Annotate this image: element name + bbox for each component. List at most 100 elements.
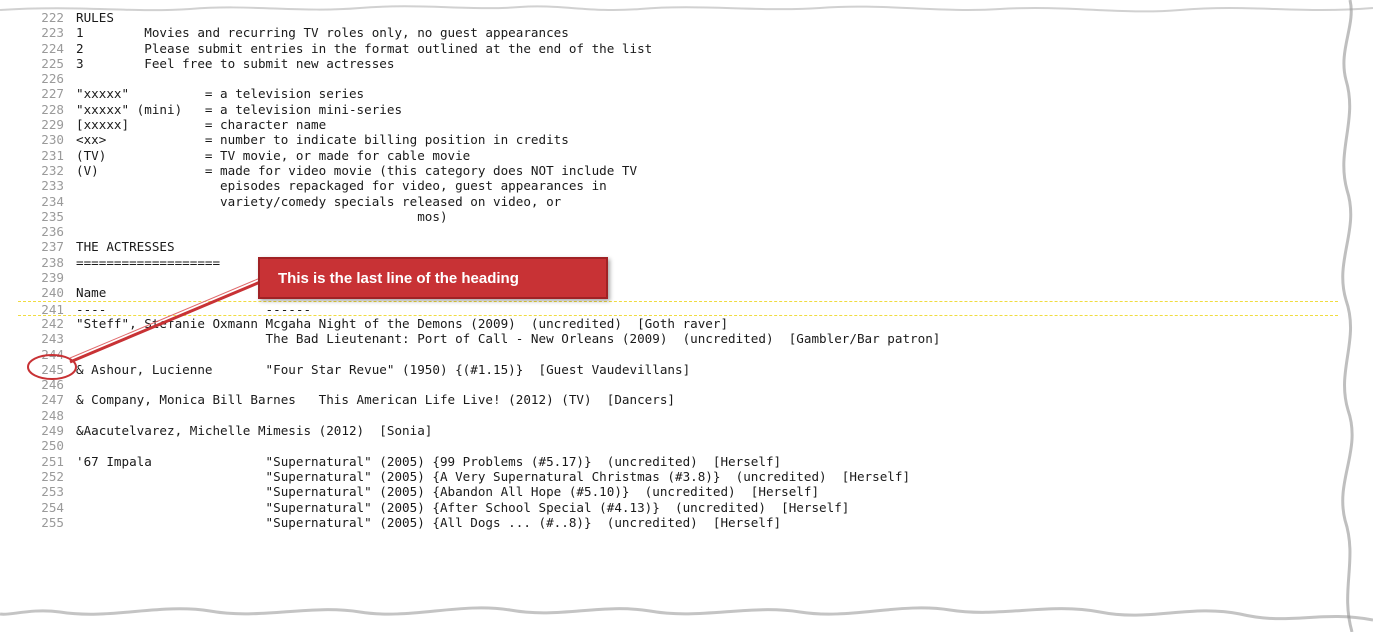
line-number: 235 (41, 208, 64, 224)
editor-line[interactable]: 224 2 Please submit entries in the format… (18, 41, 1338, 56)
editor-line[interactable]: 254 "Supernatural" (2005) {After School … (18, 500, 1338, 515)
editor-line[interactable]: 252 "Supernatural" (2005) {A Very Supern… (18, 469, 1338, 484)
line-number: 241 (41, 301, 64, 317)
line-text: '67 Impala "Supernatural" (2005) {99 Pro… (76, 453, 782, 469)
line-text: RULES (76, 10, 114, 25)
editor-line[interactable]: 222 RULES (18, 10, 1338, 25)
editor-line[interactable]: 226 (18, 71, 1338, 86)
editor-line[interactable]: 248 (18, 408, 1338, 423)
editor-line[interactable]: 238 =================== (18, 255, 1338, 270)
line-text: &Aacutelvarez, Michelle Mimesis (2012) [… (76, 423, 433, 439)
line-number: 248 (41, 407, 64, 423)
line-number: 234 (41, 193, 64, 209)
line-text: "Supernatural" (2005) {A Very Supernatur… (76, 468, 911, 484)
editor-line[interactable]: 228 "xxxxx" (mini) = a television mini-se… (18, 102, 1338, 117)
editor-line[interactable]: 239 (18, 270, 1338, 285)
editor-line[interactable]: 242 "Steff", Stefanie Oxmann Mcgaha Night… (18, 316, 1338, 331)
line-number: 237 (41, 239, 64, 255)
line-number: 239 (41, 270, 64, 286)
line-number: 240 (41, 285, 64, 301)
line-number: 227 (41, 86, 64, 102)
line-text: The Bad Lieutenant: Port of Call - New O… (76, 331, 941, 347)
line-text: variety/comedy specials released on vide… (76, 193, 562, 209)
editor-line[interactable]: 227 "xxxxx" = a television series (18, 86, 1338, 101)
line-number: 253 (41, 484, 64, 500)
line-text: & Company, Monica Bill Barnes This Ameri… (76, 392, 675, 408)
editor-line[interactable]: 225 3 Feel free to submit new actresses (18, 56, 1338, 71)
line-number: 255 (41, 514, 64, 530)
editor-line[interactable]: 253 "Supernatural" (2005) {Abandon All H… (18, 484, 1338, 499)
editor-line[interactable]: 247 & Company, Monica Bill Barnes This Am… (18, 392, 1338, 407)
line-text: & Ashour, Lucienne "Four Star Revue" (19… (76, 361, 691, 377)
callout-text: This is the last line of the heading (278, 269, 519, 287)
line-number: 228 (41, 101, 64, 117)
editor-line[interactable]: 237 THE ACTRESSES (18, 239, 1338, 254)
line-text: "Supernatural" (2005) {After School Spec… (76, 499, 850, 515)
line-text: (TV) = TV movie, or made for cable movie (76, 147, 471, 163)
line-number: 226 (41, 71, 64, 87)
screenshot-page: 222 RULES 223 1 Movies and recurring TV rol… (0, 0, 1373, 632)
line-number: 252 (41, 468, 64, 484)
line-number: 242 (41, 315, 64, 331)
line-number: 229 (41, 117, 64, 133)
line-number: 243 (41, 331, 64, 347)
line-text: "xxxxx" (mini) = a television mini-serie… (76, 101, 403, 117)
editor-line[interactable]: 251 '67 Impala "Supernatural" (2005) {99 … (18, 454, 1338, 469)
line-text: "xxxxx" = a television series (76, 86, 365, 102)
editor-line[interactable]: 241 ---- ------ (18, 300, 1338, 317)
line-text: =================== (76, 254, 221, 270)
line-text: mos) (76, 208, 448, 224)
line-text: "Supernatural" (2005) {All Dogs ... (#..… (76, 514, 782, 530)
editor-line[interactable]: 233 episodes repackaged for video, guest… (18, 178, 1338, 193)
line-number: 254 (41, 499, 64, 515)
text-editor[interactable]: 222 RULES 223 1 Movies and recurring TV rol… (18, 10, 1338, 615)
line-number: 246 (41, 377, 64, 393)
line-number: 244 (41, 346, 64, 362)
line-number: 232 (41, 162, 64, 178)
line-text: <xx> = number to indicate billing positi… (76, 132, 569, 148)
editor-line[interactable]: 236 (18, 224, 1338, 239)
line-number: 249 (41, 423, 64, 439)
annotation-callout: This is the last line of the heading (258, 257, 608, 299)
editor-line[interactable]: 231 (TV) = TV movie, or made for cable mo… (18, 148, 1338, 163)
editor-line[interactable]: 250 (18, 438, 1338, 453)
line-number: 236 (41, 224, 64, 240)
line-number: 251 (41, 453, 64, 469)
line-number: 230 (41, 132, 64, 148)
line-text: "Steff", Stefanie Oxmann Mcgaha Night of… (76, 315, 729, 331)
editor-line[interactable]: 240 Name Titles (18, 285, 1338, 300)
line-number: 247 (41, 392, 64, 408)
editor-line[interactable]: 246 (18, 377, 1338, 392)
editor-line[interactable]: 244 (18, 347, 1338, 362)
editor-line[interactable]: 249 &Aacutelvarez, Michelle Mimesis (2012… (18, 423, 1338, 438)
line-number: 238 (41, 254, 64, 270)
editor-line[interactable]: 243 The Bad Lieutenant: Port of Call - N… (18, 331, 1338, 346)
editor-line[interactable]: 232 (V) = made for video movie (this cate… (18, 163, 1338, 178)
line-text: [xxxxx] = character name (76, 117, 327, 133)
line-text: 3 Feel free to submit new actresses (76, 55, 395, 71)
line-text: ---- ------ (76, 301, 312, 317)
line-number: 222 (41, 10, 64, 25)
editor-line[interactable]: 255 "Supernatural" (2005) {All Dogs ... … (18, 515, 1338, 530)
line-number: 250 (41, 438, 64, 454)
editor-line[interactable]: 229 [xxxxx] = character name (18, 117, 1338, 132)
line-text: episodes repackaged for video, guest app… (76, 178, 607, 194)
editor-line[interactable]: 234 variety/comedy specials released on … (18, 194, 1338, 209)
line-number: 223 (41, 25, 64, 41)
line-text: "Supernatural" (2005) {Abandon All Hope … (76, 484, 820, 500)
editor-line[interactable]: 230 <xx> = number to indicate billing pos… (18, 132, 1338, 147)
line-text: 1 Movies and recurring TV roles only, no… (76, 25, 569, 41)
line-number: 245 (41, 361, 64, 377)
editor-line[interactable]: 223 1 Movies and recurring TV roles only,… (18, 25, 1338, 40)
line-number: 233 (41, 178, 64, 194)
line-text: 2 Please submit entries in the format ou… (76, 40, 653, 56)
line-text: THE ACTRESSES (76, 239, 175, 255)
line-number: 231 (41, 147, 64, 163)
line-text: (V) = made for video movie (this categor… (76, 162, 638, 178)
torn-edge-right (1342, 0, 1373, 632)
line-number: 225 (41, 55, 64, 71)
editor-line[interactable]: 245 & Ashour, Lucienne "Four Star Revue" … (18, 362, 1338, 377)
line-number: 224 (41, 40, 64, 56)
editor-line[interactable]: 235 mos) (18, 209, 1338, 224)
torn-shadow-right (1341, 0, 1354, 632)
